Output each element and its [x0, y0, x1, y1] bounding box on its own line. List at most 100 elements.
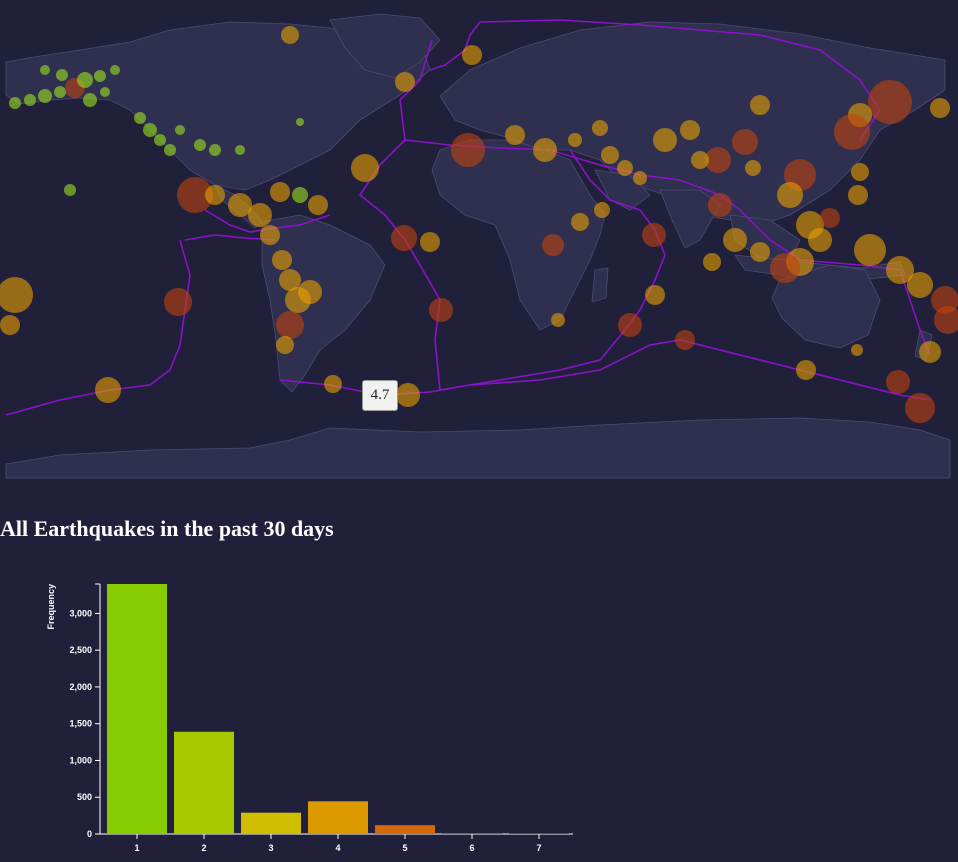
earthquake-marker — [642, 223, 666, 247]
earthquake-marker — [551, 313, 565, 327]
earthquake-marker — [270, 182, 290, 202]
earthquake-marker — [38, 89, 52, 103]
earthquake-marker — [633, 171, 647, 185]
y-tick-label: 2,500 — [69, 645, 92, 655]
earthquake-marker — [260, 225, 280, 245]
earthquake-map[interactable]: 4.7 — [0, 0, 958, 486]
earthquake-marker — [723, 228, 747, 252]
earthquake-marker — [854, 234, 886, 266]
magnitude-tooltip: 4.7 — [362, 380, 398, 411]
histogram-bar — [308, 801, 368, 834]
earthquake-marker — [205, 185, 225, 205]
earthquake-marker — [134, 112, 146, 124]
earthquake-marker — [851, 344, 863, 356]
histogram-plot: 0 500 1,000 1,500 2,000 2,500 3,000 Frequency 1 2… — [46, 583, 573, 853]
earthquake-marker — [594, 202, 610, 218]
y-axis-label: Frequency — [46, 584, 56, 630]
earthquake-marker — [83, 93, 97, 107]
earthquake-marker — [703, 253, 721, 271]
earthquake-marker — [542, 234, 564, 256]
y-tick-label: 1,000 — [69, 755, 92, 765]
earthquake-marker — [851, 163, 869, 181]
earthquake-marker — [750, 95, 770, 115]
earthquake-marker — [281, 26, 299, 44]
earthquake-marker — [395, 72, 415, 92]
x-tick-label: 7 — [536, 843, 541, 853]
earthquake-marker — [54, 86, 66, 98]
earthquake-marker — [351, 154, 379, 182]
earthquake-marker — [324, 375, 342, 393]
earthquake-marker — [770, 253, 800, 283]
earthquake-marker — [0, 277, 33, 313]
earthquake-marker — [40, 65, 50, 75]
plate-boundary-pacific-antarctic — [5, 389, 111, 416]
earthquake-marker — [571, 213, 589, 231]
magnitude-histogram: 0 500 1,000 1,500 2,000 2,500 3,000 Frequency 1 2… — [46, 583, 573, 853]
earthquake-marker — [808, 228, 832, 252]
earthquake-marker — [680, 120, 700, 140]
earthquake-marker — [164, 144, 176, 156]
histogram-bar — [174, 731, 234, 834]
page-title: All Earthquakes in the past 30 days — [0, 516, 334, 541]
earthquake-marker — [732, 129, 758, 155]
earthquake-marker — [24, 94, 36, 106]
world-map-svg — [0, 13, 958, 479]
earthquake-marker — [618, 313, 642, 337]
earthquake-marker — [930, 98, 950, 118]
land-masses — [5, 13, 951, 479]
histogram-bar — [375, 825, 435, 834]
earthquake-marker — [396, 383, 420, 407]
earthquake-marker — [645, 285, 665, 305]
x-tick-label: 3 — [268, 843, 273, 853]
earthquake-marker — [429, 298, 453, 322]
earthquake-marker — [708, 193, 732, 217]
earthquake-marker — [617, 160, 633, 176]
earthquake-marker — [568, 133, 582, 147]
earthquake-marker — [675, 330, 695, 350]
earthquake-marker — [209, 144, 221, 156]
earthquake-marker — [64, 184, 76, 196]
histogram-bar — [509, 833, 569, 834]
earthquake-marker — [691, 151, 709, 169]
earthquake-marker — [745, 160, 761, 176]
earthquake-marker — [533, 138, 557, 162]
x-tick-label: 1 — [134, 843, 139, 853]
land-madagascar — [591, 267, 609, 303]
earthquake-marker — [143, 123, 157, 137]
x-tick-label: 6 — [469, 843, 474, 853]
earthquake-marker — [462, 45, 482, 65]
earthquake-marker — [834, 114, 870, 150]
x-tick-label: 2 — [201, 843, 206, 853]
earthquake-marker — [601, 146, 619, 164]
histogram-bar — [241, 812, 301, 834]
land-south-america — [261, 214, 386, 393]
earthquake-marker — [777, 182, 803, 208]
earthquake-marker — [9, 97, 21, 109]
earthquake-marker — [292, 187, 308, 203]
earthquake-marker — [154, 134, 166, 146]
histogram-bar — [442, 833, 502, 834]
earthquake-marker — [272, 250, 292, 270]
earthquake-marker — [296, 118, 304, 126]
earthquake-marker — [848, 185, 868, 205]
earthquake-marker — [820, 208, 840, 228]
earthquake-marker — [95, 377, 121, 403]
earthquake-marker — [592, 120, 608, 136]
y-tick-label: 500 — [77, 792, 92, 802]
earthquake-marker — [0, 315, 20, 335]
y-tick-label: 0 — [87, 829, 92, 839]
earthquake-marker — [276, 311, 304, 339]
earthquake-marker — [77, 72, 93, 88]
earthquake-marker — [194, 139, 206, 151]
earthquake-marker — [653, 128, 677, 152]
earthquake-marker — [886, 370, 910, 394]
earthquake-marker — [248, 203, 272, 227]
y-tick-label: 3,000 — [69, 608, 92, 618]
earthquake-marker — [164, 288, 192, 316]
earthquake-marker — [505, 125, 525, 145]
earthquake-marker — [308, 195, 328, 215]
earthquake-marker — [100, 87, 110, 97]
tooltip-value: 4.7 — [370, 387, 390, 403]
earthquake-marker — [298, 280, 322, 304]
earthquake-marker — [750, 242, 770, 262]
